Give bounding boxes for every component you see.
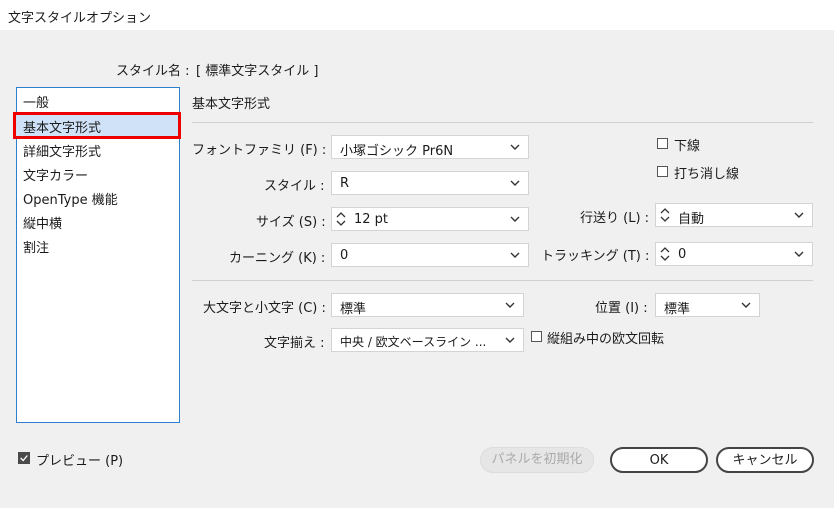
leading-label: 行送り (L) : [580,211,650,226]
alignment-label: 文字揃え : [264,336,325,351]
font-style-value: R [340,176,350,191]
sidebar-item-advanced-character-formats[interactable]: 詳細文字形式 [23,141,101,160]
chevron-down-icon [741,302,751,308]
strikethrough-checkbox[interactable] [657,166,668,177]
rotate-roman-label: 縦組み中の欧文回転 [547,332,665,347]
section-divider-top [192,122,813,123]
leading-combobox[interactable]: 自動 [655,203,813,227]
position-select[interactable]: 標準 [655,293,760,317]
window-title: 文字スタイルオプション [8,11,152,26]
chevron-down-icon [505,302,515,308]
preview-checkbox[interactable] [18,452,30,464]
leading-value: 自動 [678,212,705,227]
underline-label: 下線 [674,139,701,154]
sidebar-item-character-color[interactable]: 文字カラー [23,165,88,184]
section-title: 基本文字形式 [192,97,271,112]
kerning-combobox[interactable]: 0 [331,243,529,267]
font-style-label: スタイル : [264,179,325,194]
alignment-select[interactable]: 中央 / 欧文ベースライン ... [331,328,524,352]
font-size-combobox[interactable]: 12 pt [331,207,529,231]
sidebar-item-opentype-features[interactable]: OpenType 機能 [23,189,118,208]
chevron-down-icon [510,252,520,258]
chevron-down-icon [510,180,520,186]
style-name-label: スタイル名 : [116,64,190,79]
sidebar-item-tate-chu-yoko[interactable]: 縦中横 [23,213,62,232]
chevron-down-icon [510,144,520,150]
case-value: 標準 [340,302,367,317]
font-size-label: サイズ (S) : [256,215,326,230]
sidebar-item-warichu[interactable]: 割注 [23,237,49,256]
chevron-down-icon [510,216,520,222]
checkmark-icon [20,455,28,462]
rotate-roman-checkbox[interactable] [531,331,542,342]
tracking-value: 0 [678,247,687,262]
position-label: 位置 (I) : [595,301,648,316]
ok-button[interactable]: OK [610,447,708,473]
spinner-arrows-icon[interactable] [660,206,670,224]
kerning-label: カーニング (K) : [229,251,326,266]
kerning-value: 0 [340,248,349,263]
position-value: 標準 [664,302,691,317]
reset-panel-button[interactable]: パネルを初期化 [480,447,594,473]
font-family-label: フォントファミリ (F) : [192,143,327,158]
tracking-combobox[interactable]: 0 [655,242,813,266]
font-style-select[interactable]: R [331,171,529,195]
tracking-label: トラッキング (T) : [541,249,650,264]
selection-highlight-box [13,112,181,139]
spinner-arrows-icon[interactable] [336,210,346,228]
strikethrough-label: 打ち消し線 [674,167,740,182]
underline-checkbox[interactable] [657,138,668,149]
case-label: 大文字と小文字 (C) : [203,301,326,316]
section-divider-middle [192,280,813,281]
chevron-down-icon [794,212,804,218]
title-bar: 文字スタイルオプション [0,0,834,30]
preview-label: プレビュー (P) [36,454,124,469]
alignment-value: 中央 / 欧文ベースライン ... [340,335,487,349]
sidebar-item-general[interactable]: 一般 [23,92,49,111]
style-name-value: [ 標準文字スタイル ] [196,64,319,79]
case-select[interactable]: 標準 [331,293,524,317]
chevron-down-icon [505,337,515,343]
font-size-value: 12 pt [354,212,389,227]
cancel-button[interactable]: キャンセル [716,447,814,473]
font-family-value: 小塚ゴシック Pr6N [340,144,454,159]
spinner-arrows-icon[interactable] [660,245,670,263]
chevron-down-icon [794,251,804,257]
font-family-select[interactable]: 小塚ゴシック Pr6N [331,135,529,159]
